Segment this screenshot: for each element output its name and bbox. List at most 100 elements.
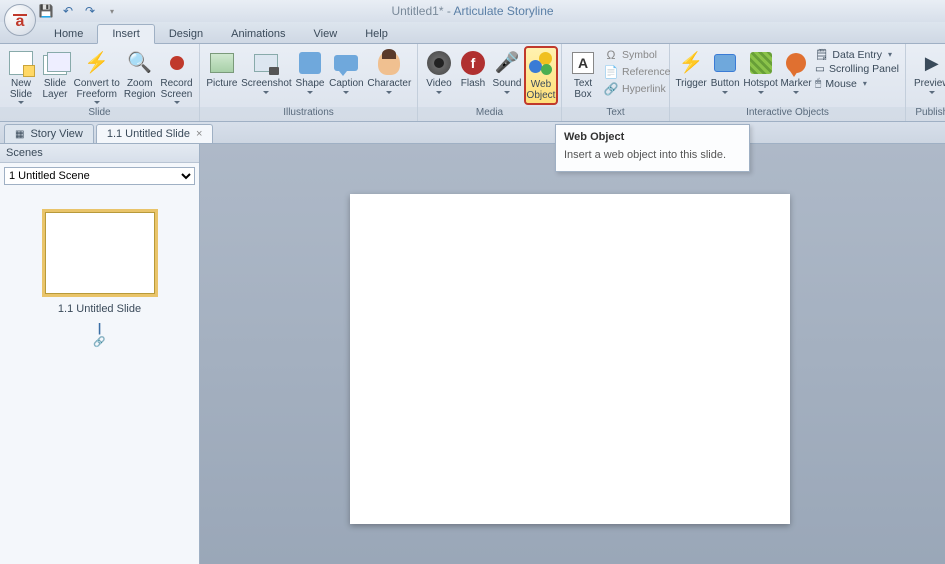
- chevron-down-icon: ▾: [863, 79, 867, 88]
- chevron-down-icon: ▾: [888, 50, 892, 59]
- tab-insert[interactable]: Insert: [97, 24, 155, 44]
- slide-thumbnail-label: 1.1 Untitled Slide: [58, 303, 141, 315]
- record-icon: [170, 56, 184, 70]
- lightning-icon: ⚡: [83, 49, 111, 77]
- scenes-panel: Scenes 1 Untitled Scene 1.1 Untitled Sli…: [0, 144, 200, 564]
- new-slide-button[interactable]: New Slide: [4, 46, 38, 107]
- hotspot-icon: [750, 52, 772, 74]
- slide-canvas[interactable]: [350, 194, 790, 524]
- character-icon: [378, 51, 400, 75]
- close-icon[interactable]: ×: [196, 128, 202, 140]
- symbol-label: Symbol: [622, 49, 657, 61]
- group-slide-label: Slide: [0, 107, 199, 121]
- group-interactive: ⚡Trigger Button Hotspot Marker 🗒 Data Ent…: [670, 44, 906, 121]
- canvas-area[interactable]: [200, 144, 945, 564]
- mouse-label: Mouse: [825, 78, 857, 90]
- window-title: Untitled1* - Articulate Storyline: [0, 4, 945, 18]
- doctab-story-view[interactable]: ▦ Story View: [4, 124, 94, 143]
- scene-select[interactable]: 1 Untitled Scene: [4, 167, 195, 185]
- button-button[interactable]: Button: [708, 46, 742, 97]
- thumbnail-area: 1.1 Untitled Slide | 🔗: [0, 189, 199, 564]
- redo-icon[interactable]: ↷: [82, 3, 98, 19]
- caption-icon: [334, 55, 358, 71]
- hyperlink-label: Hyperlink: [622, 83, 666, 95]
- picture-label: Picture: [206, 79, 237, 90]
- tab-home[interactable]: Home: [40, 25, 97, 43]
- title-bar: 💾 ↶ ↷ ▾ Untitled1* - Articulate Storylin…: [0, 0, 945, 22]
- app-title: Articulate Storyline: [454, 4, 554, 18]
- undo-icon[interactable]: ↶: [60, 3, 76, 19]
- hotspot-button[interactable]: Hotspot: [742, 46, 779, 97]
- group-illustrations-label: Illustrations: [200, 107, 417, 121]
- tab-design[interactable]: Design: [155, 25, 217, 43]
- doc-title: Untitled1* -: [391, 4, 453, 18]
- doctab-slide[interactable]: 1.1 Untitled Slide ×: [96, 124, 214, 143]
- button-label: Button: [711, 79, 740, 90]
- text-cursor-icon: |: [98, 321, 101, 335]
- convert-freeform-button[interactable]: ⚡Convert to Freeform: [72, 46, 121, 107]
- tab-view[interactable]: View: [300, 25, 352, 43]
- zoom-region-button[interactable]: 🔍Zoom Region: [121, 46, 158, 103]
- web-object-button[interactable]: Web Object: [524, 46, 558, 105]
- sound-label: Sound: [493, 79, 522, 90]
- tab-help[interactable]: Help: [351, 25, 402, 43]
- qat-dropdown-icon[interactable]: ▾: [104, 3, 120, 19]
- group-illustrations: Picture Screenshot Shape Caption Charact…: [200, 44, 418, 121]
- new-slide-icon: [9, 51, 33, 75]
- data-entry-icon: 🗒: [815, 48, 828, 61]
- slide-layer-label: Slide Layer: [42, 79, 67, 100]
- marker-icon: [786, 53, 806, 73]
- text-box-button[interactable]: A Text Box: [566, 46, 600, 103]
- reference-button: 📄Reference: [604, 65, 670, 79]
- symbol-icon: Ω: [604, 48, 618, 62]
- preview-icon: ▶: [918, 49, 945, 77]
- trigger-label: Trigger: [675, 79, 706, 90]
- mouse-icon: 🖱: [815, 77, 821, 90]
- workspace: Scenes 1 Untitled Scene 1.1 Untitled Sli…: [0, 144, 945, 564]
- group-slide: New Slide Slide Layer ⚡Convert to Freefo…: [0, 44, 200, 121]
- reference-icon: 📄: [604, 65, 618, 79]
- scrolling-panel-button[interactable]: ▭Scrolling Panel: [815, 63, 899, 75]
- slide-layer-button[interactable]: Slide Layer: [38, 46, 72, 103]
- picture-button[interactable]: Picture: [204, 46, 240, 93]
- document-tabs: ▦ Story View 1.1 Untitled Slide ×: [0, 122, 945, 144]
- app-menu-button[interactable]: a: [4, 4, 36, 36]
- zoom-label: Zoom Region: [124, 79, 156, 100]
- save-icon[interactable]: 💾: [38, 3, 54, 19]
- text-box-icon: A: [572, 52, 594, 74]
- group-text-label: Text: [562, 107, 669, 121]
- new-slide-label: New Slide: [10, 79, 32, 100]
- slide-thumbnail[interactable]: [42, 209, 158, 297]
- picture-icon: [210, 53, 234, 73]
- scene-select-wrap: 1 Untitled Scene: [4, 167, 195, 185]
- trigger-button[interactable]: ⚡Trigger: [674, 46, 708, 93]
- app-logo-letter: a: [16, 13, 25, 31]
- scrolling-panel-label: Scrolling Panel: [829, 63, 899, 75]
- preview-label: Preview: [914, 79, 945, 90]
- data-entry-label: Data Entry: [832, 49, 882, 61]
- preview-button[interactable]: ▶ Preview: [910, 46, 945, 97]
- screenshot-button[interactable]: Screenshot: [240, 46, 293, 97]
- text-box-label: Text Box: [574, 79, 592, 100]
- group-publish-label: Publish: [906, 107, 945, 121]
- shape-button[interactable]: Shape: [293, 46, 327, 97]
- caption-button[interactable]: Caption: [327, 46, 366, 97]
- tab-animations[interactable]: Animations: [217, 25, 299, 43]
- link-icon: 🔗: [93, 337, 105, 348]
- character-button[interactable]: Character: [366, 46, 413, 97]
- sound-button[interactable]: 🎤Sound: [490, 46, 524, 97]
- hotspot-label: Hotspot: [743, 79, 777, 90]
- marker-button[interactable]: Marker: [779, 46, 813, 97]
- data-entry-button[interactable]: 🗒 Data Entry ▾: [815, 48, 899, 61]
- group-interactive-label: Interactive Objects: [670, 107, 905, 121]
- group-publish: ▶ Preview Publish: [906, 44, 945, 121]
- shape-label: Shape: [296, 79, 325, 90]
- doctab-slide-label: 1.1 Untitled Slide: [107, 128, 190, 140]
- mouse-button[interactable]: 🖱 Mouse ▾: [815, 77, 899, 90]
- video-button[interactable]: Video: [422, 46, 456, 97]
- tooltip-body: Insert a web object into this slide.: [564, 149, 741, 161]
- doctab-story-label: Story View: [30, 128, 82, 140]
- record-screen-button[interactable]: Record Screen: [158, 46, 195, 107]
- flash-button[interactable]: fFlash: [456, 46, 490, 93]
- group-text: AText Box ΩSymbol 📄Reference 🔗Hyperlink …: [562, 44, 670, 121]
